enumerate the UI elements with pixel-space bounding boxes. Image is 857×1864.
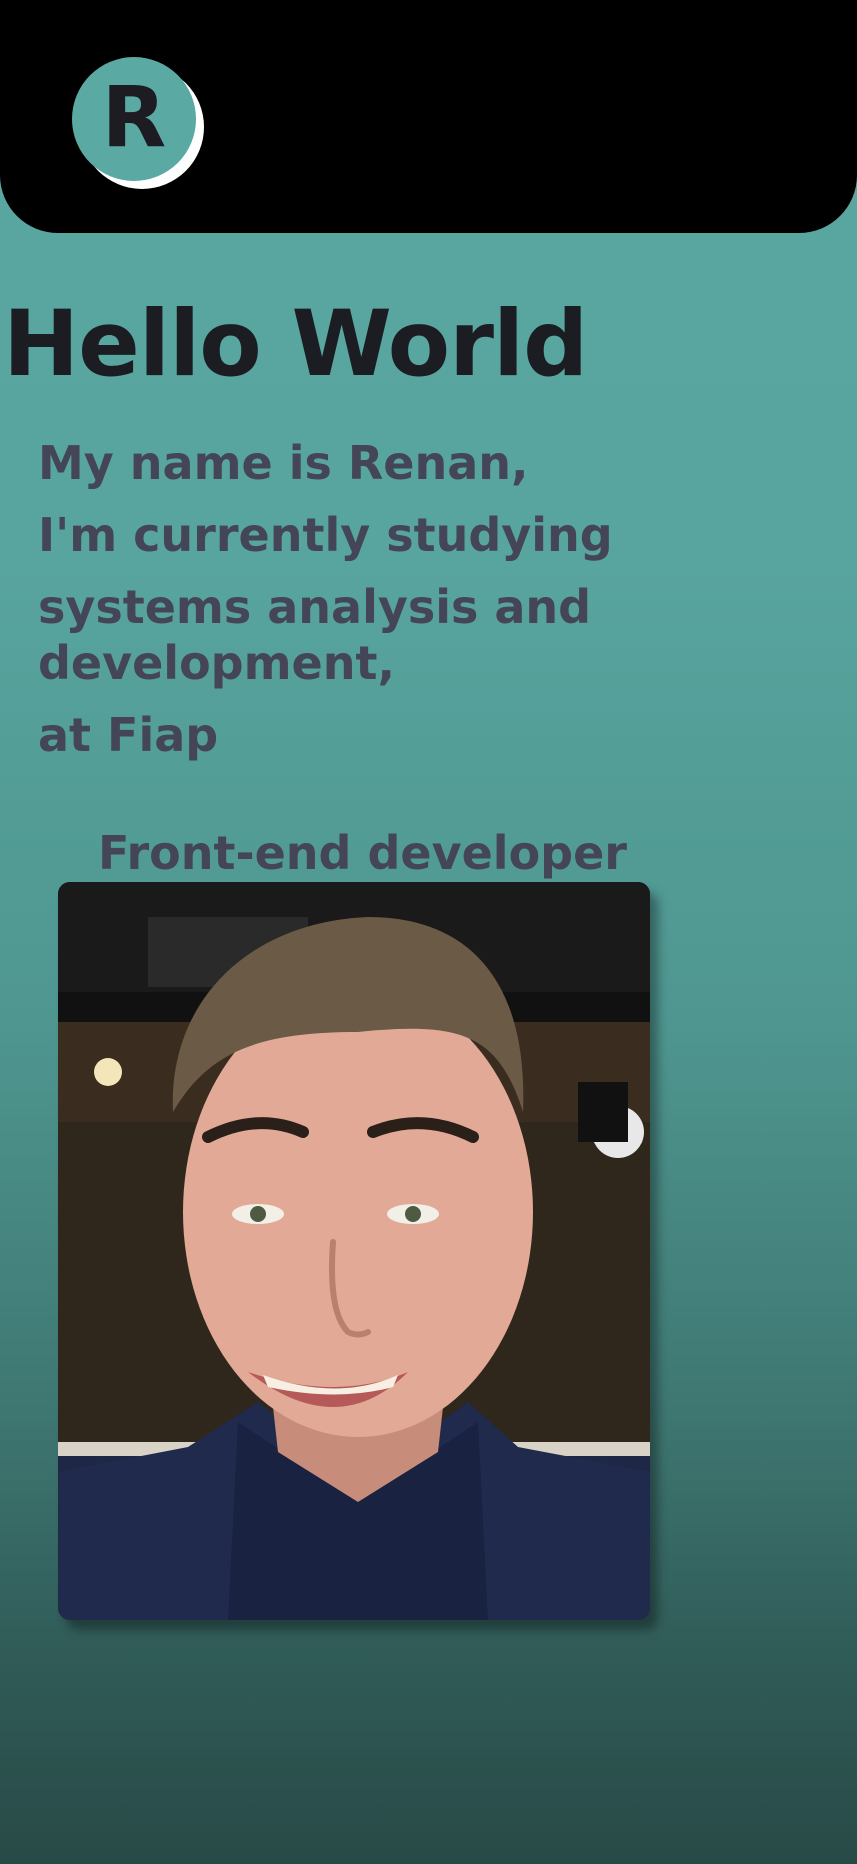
intro-line-name: My name is Renan, — [38, 436, 529, 490]
profile-photo-illustration — [58, 882, 650, 1620]
logo-badge[interactable]: R — [72, 57, 196, 181]
page-title: Hello World — [3, 292, 588, 397]
intro-line-school: at Fiap — [38, 708, 219, 762]
profile-photo — [58, 882, 650, 1620]
intro-line-studying: I'm currently studying — [38, 508, 613, 562]
role-subtitle: Front-end developer — [98, 826, 627, 880]
intro-line-course-cont: development, — [38, 636, 395, 690]
photo-spotlight — [578, 1082, 628, 1142]
photo-light-left — [94, 1058, 122, 1086]
logo-letter: R — [101, 68, 167, 166]
photo-iris-right — [405, 1206, 421, 1222]
site-header: R — [0, 0, 857, 233]
intro-line-course: systems analysis and — [38, 580, 592, 634]
photo-iris-left — [250, 1206, 266, 1222]
